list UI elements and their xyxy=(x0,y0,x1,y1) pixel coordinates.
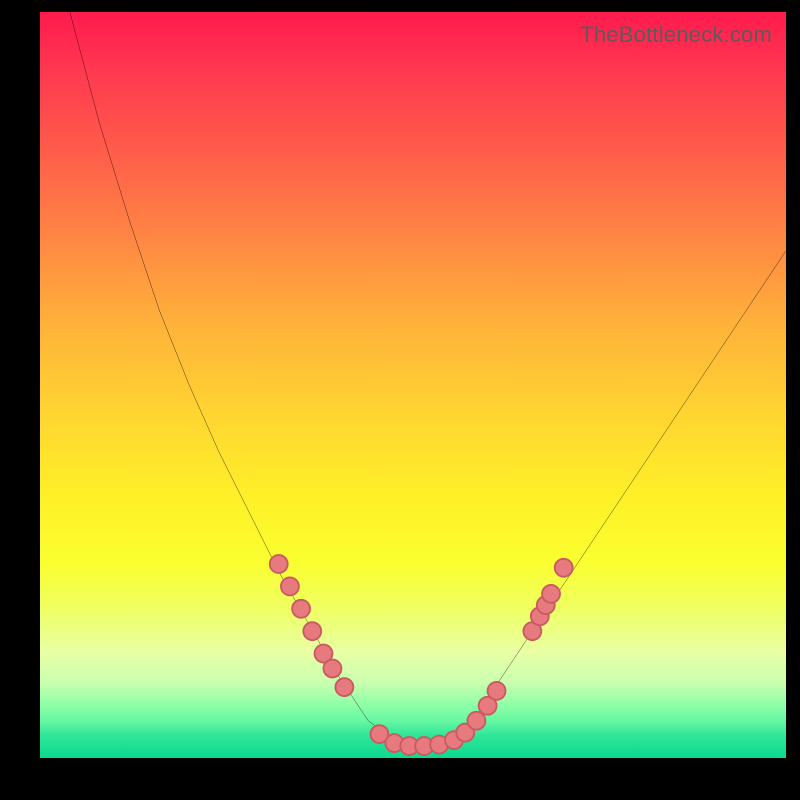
data-marker xyxy=(335,678,353,696)
data-marker xyxy=(281,577,299,595)
chart-frame: TheBottleneck.com xyxy=(0,0,800,800)
chart-svg xyxy=(40,12,786,758)
data-marker xyxy=(488,682,506,700)
plot-area: TheBottleneck.com xyxy=(40,12,786,758)
data-marker xyxy=(292,600,310,618)
data-marker xyxy=(303,622,321,640)
data-marker xyxy=(542,585,560,603)
data-marker xyxy=(555,559,573,577)
marker-group xyxy=(270,555,573,755)
bottleneck-curve xyxy=(70,12,786,747)
data-marker xyxy=(323,660,341,678)
curve-group xyxy=(70,12,786,747)
data-marker xyxy=(270,555,288,573)
data-marker xyxy=(467,712,485,730)
